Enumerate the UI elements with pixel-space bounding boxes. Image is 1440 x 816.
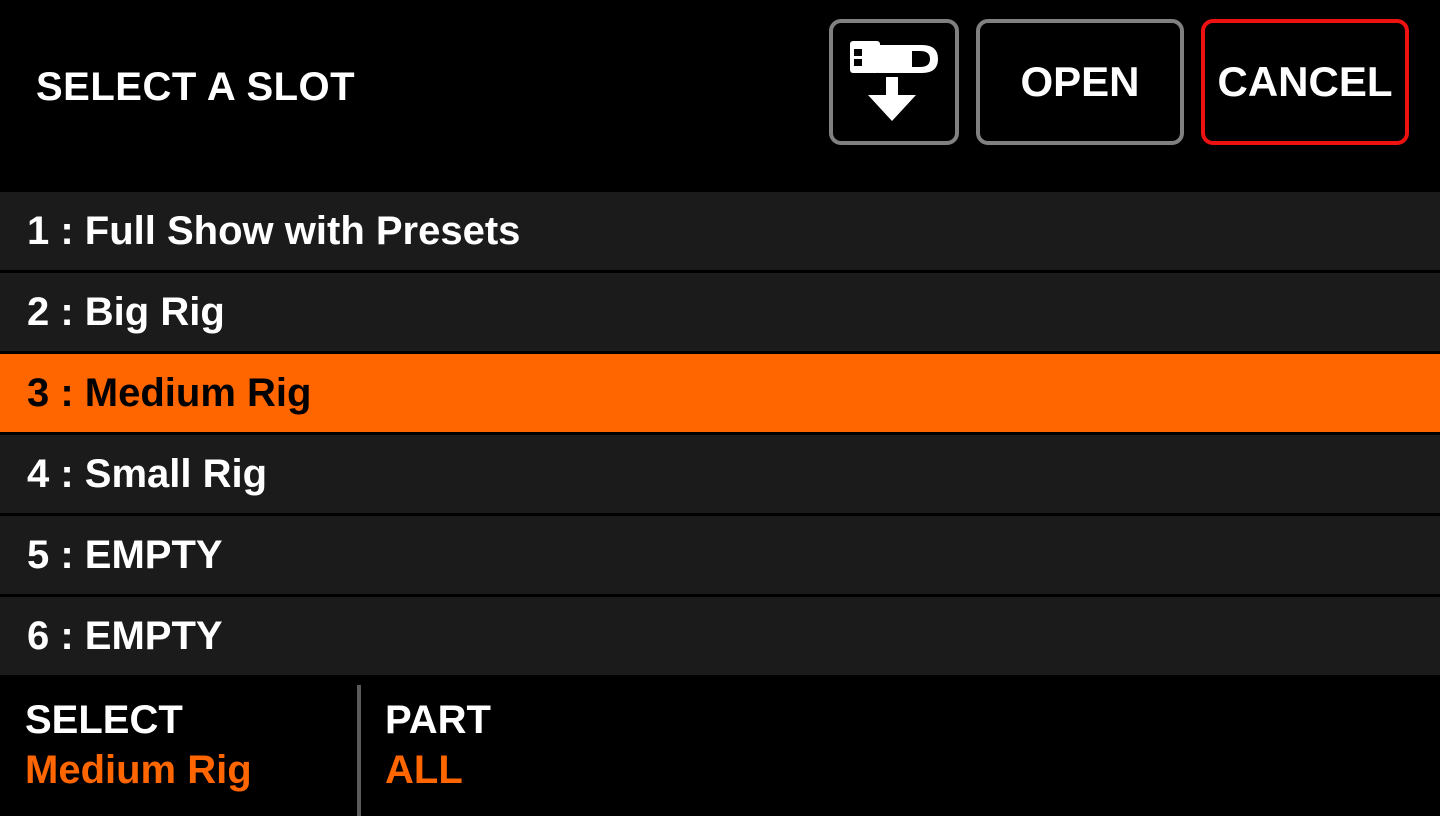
part-info[interactable]: PART ALL [385, 697, 491, 797]
slot-row-3[interactable]: 3 : Medium Rig [0, 354, 1440, 432]
slot-list: 1 : Full Show with Presets 2 : Big Rig 3… [0, 192, 1440, 678]
slot-row-6[interactable]: 6 : EMPTY [0, 597, 1440, 675]
open-button[interactable]: OPEN [976, 19, 1184, 145]
slot-row-2[interactable]: 2 : Big Rig [0, 273, 1440, 351]
part-label: PART [385, 698, 491, 742]
select-info: SELECT Medium Rig [25, 697, 252, 797]
part-value: ALL [385, 748, 463, 792]
footer-divider [357, 685, 361, 816]
header-bar: SELECT A SLOT OPEN CANCEL [0, 0, 1440, 190]
cancel-button[interactable]: CANCEL [1201, 19, 1409, 145]
usb-load-icon [850, 41, 938, 121]
slot-row-1[interactable]: 1 : Full Show with Presets [0, 192, 1440, 270]
footer-bar: SELECT Medium Rig PART ALL [0, 677, 1440, 816]
select-label: SELECT [25, 698, 183, 742]
page-title: SELECT A SLOT [36, 65, 356, 109]
usb-load-button[interactable] [829, 19, 959, 145]
slot-row-4[interactable]: 4 : Small Rig [0, 435, 1440, 513]
slot-row-5[interactable]: 5 : EMPTY [0, 516, 1440, 594]
select-value: Medium Rig [25, 748, 252, 792]
